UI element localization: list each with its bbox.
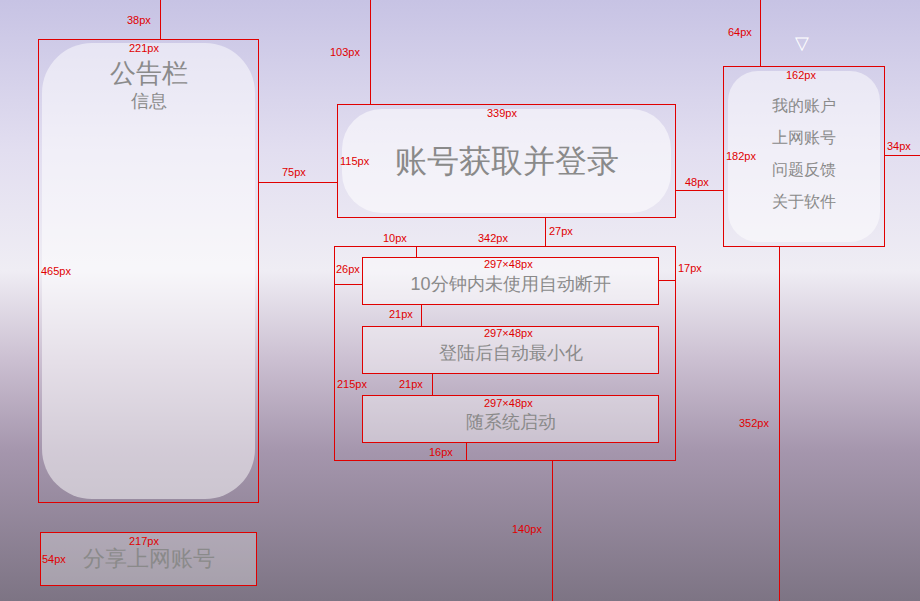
dimension-label: 48px — [685, 176, 709, 189]
dimension-label: 297×48px — [484, 327, 533, 340]
dimension-label: 10px — [383, 232, 407, 245]
dimension-line — [466, 443, 467, 460]
dimension-line — [545, 217, 546, 246]
dimension-label: 182px — [726, 150, 756, 163]
dimension-line — [675, 190, 723, 191]
login-button[interactable]: 账号获取并登录 — [337, 104, 676, 218]
dimension-line — [334, 284, 362, 285]
dimension-label: 162px — [786, 69, 816, 82]
dimension-line — [432, 373, 433, 396]
dimension-line — [760, 0, 761, 66]
dimension-line — [259, 182, 337, 183]
dimension-line — [884, 155, 920, 156]
dimension-label: 297×48px — [484, 397, 533, 410]
dimension-line — [416, 246, 417, 257]
menu-toggle-icon[interactable]: ▽ — [795, 33, 809, 53]
dimension-line — [160, 0, 161, 39]
dimension-label: 27px — [549, 225, 573, 238]
menu-item[interactable]: 上网账号 — [772, 128, 836, 148]
dimension-line — [552, 460, 553, 601]
menu-item[interactable]: 我的账户 — [772, 96, 836, 116]
dimension-label: 215px — [337, 378, 367, 391]
announcement-title: 公告栏 — [110, 57, 188, 89]
announcement-subtitle: 信息 — [131, 89, 167, 113]
dimension-label: 21px — [389, 308, 413, 321]
dimension-label: 16px — [429, 446, 453, 459]
dimension-label: 103px — [330, 46, 360, 59]
dimension-label: 217px — [129, 535, 159, 548]
dimension-label: 17px — [678, 262, 702, 275]
dimension-line — [370, 0, 371, 104]
dimension-label: 64px — [728, 26, 752, 39]
dimension-label: 115px — [340, 155, 369, 168]
menu-item[interactable]: 问题反馈 — [772, 160, 836, 180]
dimension-label: 297×48px — [484, 258, 533, 271]
dimension-label: 21px — [399, 378, 423, 391]
menu-item[interactable]: 关于软件 — [772, 192, 836, 212]
dimension-line — [658, 280, 675, 281]
dimension-line — [779, 246, 780, 601]
options-panel: 10分钟内未使用自动断开登陆后自动最小化随系统启动 — [334, 246, 676, 461]
dimension-label: 342px — [478, 232, 508, 245]
dimension-label: 26px — [336, 263, 360, 276]
dimension-label: 75px — [282, 166, 306, 179]
dimension-label: 339px — [487, 107, 517, 120]
dimension-label: 34px — [887, 140, 911, 153]
dimension-label: 38px — [127, 14, 151, 27]
dimension-label: 54px — [42, 553, 66, 566]
dimension-label: 465px — [41, 265, 71, 278]
announcement-panel: 公告栏信息 — [38, 39, 259, 503]
app-mockup: 公告栏信息分享上网账号账号获取并登录10分钟内未使用自动断开登陆后自动最小化随系… — [0, 0, 920, 601]
dimension-line — [421, 304, 422, 326]
dimension-label: 352px — [739, 417, 769, 430]
dimension-label: 221px — [129, 42, 159, 55]
dimension-label: 140px — [512, 523, 542, 536]
